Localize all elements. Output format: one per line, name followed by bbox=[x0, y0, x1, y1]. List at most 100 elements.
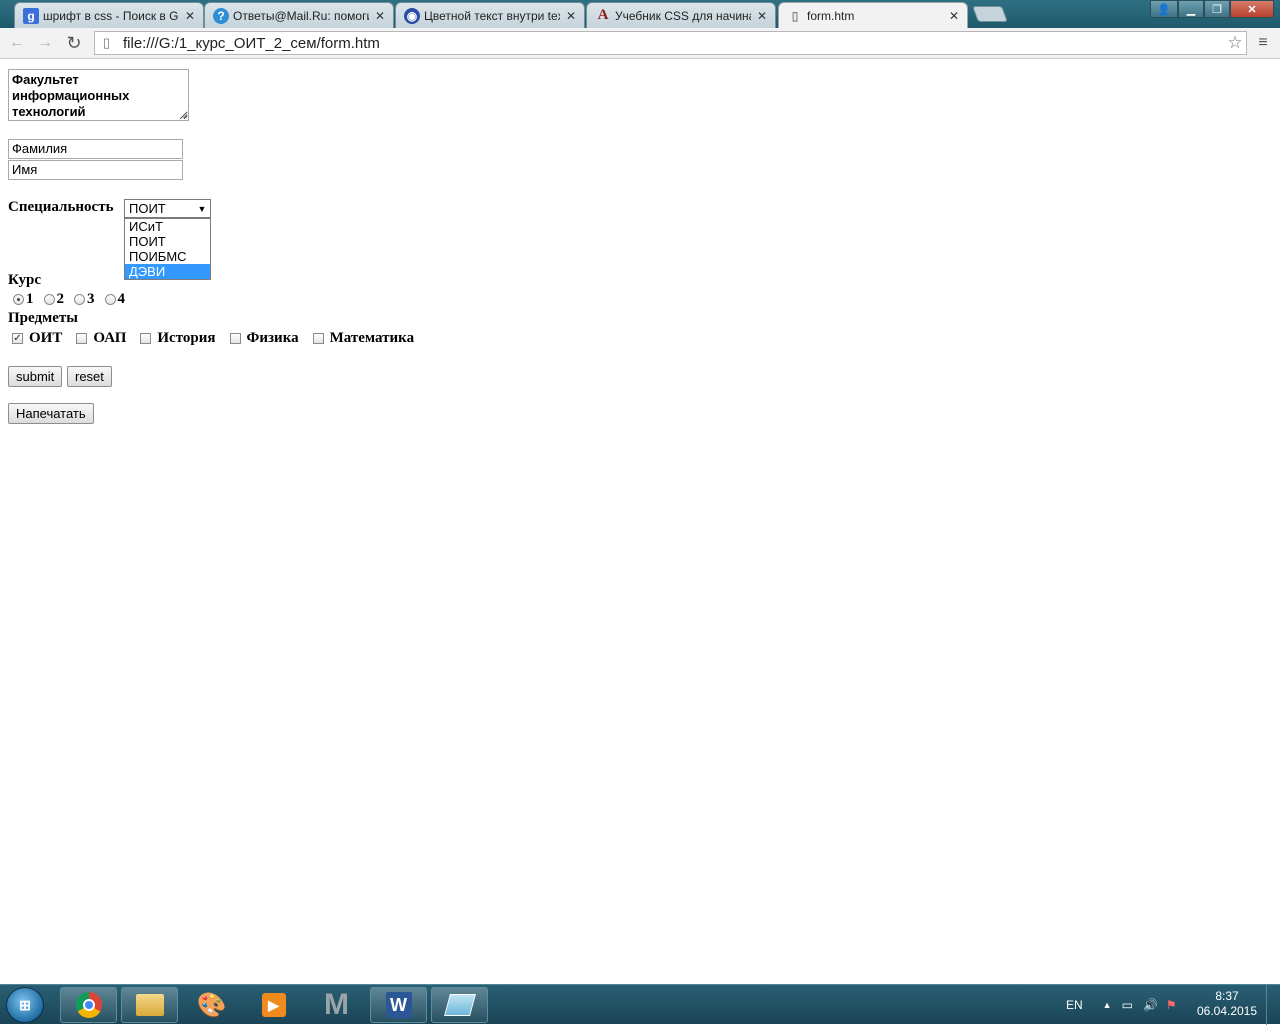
window-controls: 👤 ▁ ❐ ✕ bbox=[1150, 0, 1274, 18]
print-button[interactable]: Напечатать bbox=[8, 403, 94, 424]
globe-icon: ◉ bbox=[404, 7, 420, 24]
menu-icon[interactable]: ≡ bbox=[1254, 34, 1272, 52]
show-desktop-button[interactable] bbox=[1266, 985, 1280, 1025]
windows-taskbar: ⊞ 🎨 ▶ M W EN ▲ ▭ 🔊 ⚑ 8:37 06.04.2015 bbox=[0, 984, 1280, 1025]
volume-icon[interactable]: 🔊 bbox=[1143, 998, 1158, 1012]
browser-tab-1[interactable]: g шрифт в css - Поиск в Go ✕ bbox=[14, 2, 204, 28]
close-tab-icon[interactable]: ✕ bbox=[183, 9, 197, 23]
taskbar-paint[interactable]: 🎨 bbox=[183, 987, 240, 1023]
course-radio-label: 1 bbox=[26, 291, 34, 307]
taskbar-media-player[interactable]: ▶ bbox=[245, 987, 302, 1023]
resize-grip-icon[interactable]: ◢ bbox=[181, 111, 187, 119]
new-tab-button[interactable] bbox=[972, 6, 1008, 22]
chrome-icon bbox=[75, 992, 102, 1018]
course-radio-1[interactable] bbox=[13, 294, 24, 305]
subject-checkbox-oap[interactable] bbox=[76, 333, 88, 344]
language-indicator[interactable]: EN bbox=[1066, 998, 1083, 1012]
page-content: Факультет информационных технологий ◢ Фа… bbox=[0, 60, 1280, 984]
clock-time: 8:37 bbox=[1215, 989, 1239, 1003]
subject-checkbox-oit[interactable]: ✓ bbox=[12, 333, 23, 344]
browser-tab-4[interactable]: A Учебник CSS для начина ✕ bbox=[586, 2, 776, 28]
tab-title: Ответы@Mail.Ru: помоги bbox=[233, 8, 369, 23]
submit-button[interactable]: submit bbox=[8, 366, 63, 387]
browser-tab-2[interactable]: ? Ответы@Mail.Ru: помоги ✕ bbox=[204, 2, 394, 28]
taskbar-word[interactable]: W bbox=[370, 987, 427, 1023]
google-icon: g bbox=[23, 7, 39, 24]
taskbar-explorer[interactable] bbox=[121, 987, 178, 1023]
reset-button[interactable]: reset bbox=[67, 366, 112, 387]
specialty-option-highlighted[interactable]: ДЭВИ bbox=[125, 264, 210, 279]
close-window-icon[interactable]: ✕ bbox=[1230, 0, 1274, 18]
browser-tab-active[interactable]: ▯ form.htm ✕ bbox=[778, 2, 968, 29]
clock-date: 06.04.2015 bbox=[1196, 1004, 1258, 1018]
tab-strip: g шрифт в css - Поиск в Go ✕ ? Ответы@Ma… bbox=[0, 0, 1280, 29]
start-button[interactable]: ⊞ bbox=[6, 987, 44, 1023]
subject-label: ОИТ bbox=[29, 330, 63, 346]
specialty-option[interactable]: ПОИБМС bbox=[125, 249, 210, 264]
browser-tab-3[interactable]: ◉ Цветной текст внутри tex ✕ bbox=[395, 2, 585, 28]
restore-icon[interactable]: ❐ bbox=[1204, 0, 1230, 18]
course-radio-label: 2 bbox=[56, 291, 65, 307]
tab-title: шрифт в css - Поиск в Go bbox=[43, 8, 179, 23]
specialty-option[interactable]: ПОИТ bbox=[125, 234, 210, 249]
taskbar-chrome[interactable] bbox=[60, 987, 117, 1023]
taskbar-m-app[interactable]: M bbox=[308, 987, 365, 1023]
reload-icon[interactable]: ↻ bbox=[63, 33, 85, 53]
forward-arrow-icon[interactable]: → bbox=[34, 33, 56, 53]
letter-m-icon: M bbox=[324, 988, 349, 1021]
network-icon[interactable]: ▭ bbox=[1122, 998, 1133, 1012]
user-icon[interactable]: 👤 bbox=[1150, 0, 1178, 18]
minimize-icon[interactable]: ▁ bbox=[1178, 0, 1204, 18]
course-radio-label: 4 bbox=[117, 291, 126, 307]
media-player-icon: ▶ bbox=[261, 993, 286, 1017]
specialty-selected-value: ПОИТ bbox=[129, 201, 166, 216]
notepad-icon bbox=[443, 994, 476, 1016]
specialty-option[interactable]: ИСиТ bbox=[125, 219, 210, 234]
page-icon: ▯ bbox=[103, 35, 111, 50]
close-tab-icon[interactable]: ✕ bbox=[755, 9, 769, 23]
paint-palette-icon: 🎨 bbox=[196, 991, 227, 1019]
subjects-checkbox-group: ✓ ОИТ ОАП История Физика Математика bbox=[12, 330, 428, 347]
subjects-label: Предметы bbox=[8, 310, 79, 326]
specialty-label: Специальность bbox=[8, 199, 114, 215]
course-radio-group: 1 2 3 4 bbox=[13, 291, 135, 308]
clock[interactable]: 8:37 06.04.2015 bbox=[1196, 989, 1258, 1019]
close-tab-icon[interactable]: ✕ bbox=[564, 9, 578, 23]
faculty-text: Факультет информационных технологий bbox=[12, 72, 130, 119]
faculty-textarea[interactable]: Факультет информационных технологий ◢ bbox=[8, 69, 189, 121]
subject-checkbox-physics[interactable] bbox=[229, 333, 241, 344]
bookmark-star-icon[interactable]: ☆ bbox=[1224, 33, 1246, 53]
name-input[interactable]: Имя bbox=[8, 160, 183, 180]
subject-checkbox-history[interactable] bbox=[140, 333, 152, 344]
close-tab-icon[interactable]: ✕ bbox=[373, 9, 387, 23]
action-center-icon[interactable]: ⚑ bbox=[1166, 998, 1177, 1012]
address-bar[interactable]: ▯ file:///G:/1_курс_ОИТ_2_сем/form.htm ☆ bbox=[94, 31, 1247, 55]
url-text[interactable]: file:///G:/1_курс_ОИТ_2_сем/form.htm bbox=[123, 35, 1224, 52]
subject-checkbox-math[interactable] bbox=[312, 333, 324, 344]
system-tray: EN ▲ ▭ 🔊 ⚑ bbox=[1066, 985, 1177, 1025]
question-icon: ? bbox=[213, 7, 229, 24]
subject-label: ОАП bbox=[93, 330, 127, 346]
tray-expand-icon[interactable]: ▲ bbox=[1103, 1000, 1112, 1010]
course-radio-label: 3 bbox=[87, 291, 95, 307]
tab-title: Учебник CSS для начина bbox=[615, 8, 751, 23]
windows-logo-icon: ⊞ bbox=[19, 996, 31, 1013]
specialty-dropdown-list: ИСиТ ПОИТ ПОИБМС ДЭВИ bbox=[124, 218, 211, 280]
back-arrow-icon[interactable]: ← bbox=[6, 33, 28, 53]
course-radio-3[interactable] bbox=[74, 294, 85, 305]
word-icon: W bbox=[385, 992, 412, 1018]
close-tab-icon[interactable]: ✕ bbox=[947, 9, 961, 23]
tab-title: form.htm bbox=[807, 9, 855, 23]
subject-label: Математика bbox=[329, 330, 415, 346]
course-radio-4[interactable] bbox=[104, 294, 116, 305]
surname-input[interactable]: Фамилия bbox=[8, 139, 183, 159]
subject-label: Физика bbox=[246, 330, 299, 346]
course-radio-2[interactable] bbox=[43, 294, 55, 305]
dropdown-arrow-icon: ▼ bbox=[197, 203, 207, 214]
tab-title: Цветной текст внутри tex bbox=[424, 8, 560, 23]
specialty-select[interactable]: ПОИТ ▼ bbox=[124, 199, 211, 218]
letter-a-icon: A bbox=[597, 7, 609, 23]
browser-toolbar: ← → ↻ ▯ file:///G:/1_курс_ОИТ_2_сем/form… bbox=[0, 28, 1280, 59]
course-label: Курс bbox=[8, 272, 42, 288]
taskbar-notepad[interactable] bbox=[431, 987, 488, 1023]
